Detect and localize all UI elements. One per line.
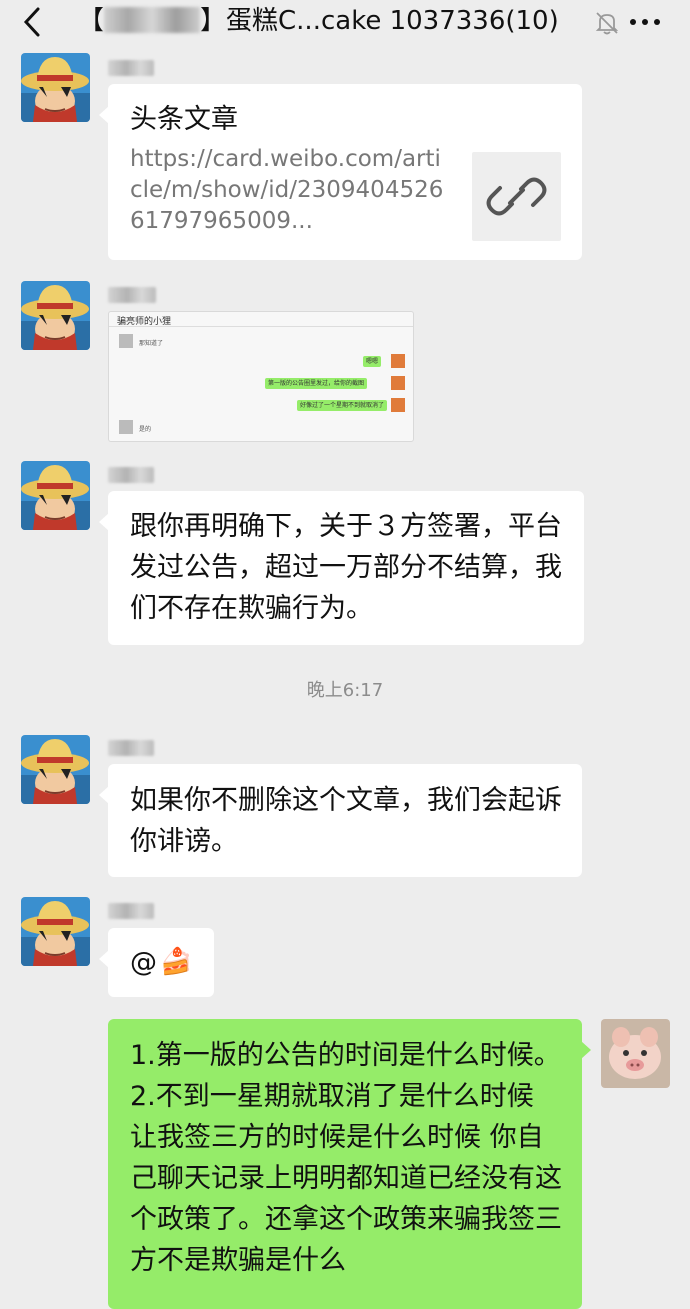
- divider: [109, 326, 413, 327]
- message-text: 跟你再明确下，关于３方签署，平台发过公告，超过一万部分不结算，我们不存在欺骗行为…: [130, 511, 562, 624]
- title-suffix: 】蛋糕C...cake 1037336(10): [200, 6, 559, 36]
- avatar[interactable]: [21, 53, 90, 122]
- message-text: 如果你不删除这个文章，我们会起诉你诽谤。: [130, 785, 562, 857]
- mini-avatar: [391, 398, 405, 412]
- sender-nickname: [108, 467, 154, 483]
- message-text: 1.第一版的公告的时间是什么时候。2.不到一星期就取消了是什么时候 让我签三方的…: [130, 1040, 562, 1276]
- screenshot-line: 那知道了: [139, 340, 164, 347]
- mini-avatar: [119, 334, 133, 348]
- screenshot-line: 是的: [139, 426, 152, 433]
- mention-bubble[interactable]: @ 🍰: [99, 928, 214, 997]
- mention-text: @: [130, 947, 157, 978]
- sender-nickname: [108, 287, 156, 303]
- more-icon[interactable]: [628, 14, 662, 30]
- blurred-group-name: [104, 7, 201, 33]
- avatar[interactable]: [21, 897, 90, 966]
- chat-title: 【 】蛋糕C...cake 1037336(10): [78, 4, 588, 38]
- mini-avatar: [119, 420, 133, 434]
- screenshot-green-line: 嗯嗯: [363, 356, 382, 367]
- sender-nickname: [108, 740, 154, 756]
- sender-nickname: [108, 60, 154, 76]
- link-title: 头条文章: [130, 104, 238, 135]
- chat-header: 【 】蛋糕C...cake 1037336(10): [0, 0, 690, 44]
- title-prefix: 【: [78, 6, 105, 36]
- self-avatar[interactable]: [601, 1019, 670, 1088]
- link-thumbnail: [472, 152, 561, 241]
- message-bubble[interactable]: 跟你再明确下，关于３方签署，平台发过公告，超过一万部分不结算，我们不存在欺骗行为…: [99, 491, 584, 645]
- avatar[interactable]: [21, 281, 90, 350]
- link-card[interactable]: 头条文章 https://card.weibo.com/article/m/sh…: [99, 84, 582, 260]
- avatar[interactable]: [21, 735, 90, 804]
- sender-nickname: [108, 903, 154, 919]
- link-icon: [486, 177, 547, 216]
- chat-screenshot-image[interactable]: 骗亮师的小狸 那知道了 嗯嗯 第一版的公告圈里发过，给你的截图 好像过了一个星期…: [108, 311, 414, 442]
- cake-emoji-icon: 🍰: [160, 947, 193, 977]
- mute-bell-icon: [595, 12, 619, 35]
- screenshot-green-line: 好像过了一个星期不到就取消了: [297, 400, 388, 411]
- timestamp: 晚上6:17: [306, 680, 384, 701]
- mini-avatar: [391, 354, 405, 368]
- own-message-bubble[interactable]: 1.第一版的公告的时间是什么时候。2.不到一星期就取消了是什么时候 让我签三方的…: [108, 1019, 591, 1309]
- message-bubble[interactable]: 如果你不删除这个文章，我们会起诉你诽谤。: [99, 764, 582, 877]
- avatar[interactable]: [21, 461, 90, 530]
- screenshot-green-line: 第一版的公告圈里发过，给你的截图: [265, 378, 368, 389]
- mini-avatar: [391, 376, 405, 390]
- link-url: https://card.weibo.com/article/m/show/id…: [130, 146, 444, 234]
- back-arrow-icon[interactable]: [18, 6, 48, 38]
